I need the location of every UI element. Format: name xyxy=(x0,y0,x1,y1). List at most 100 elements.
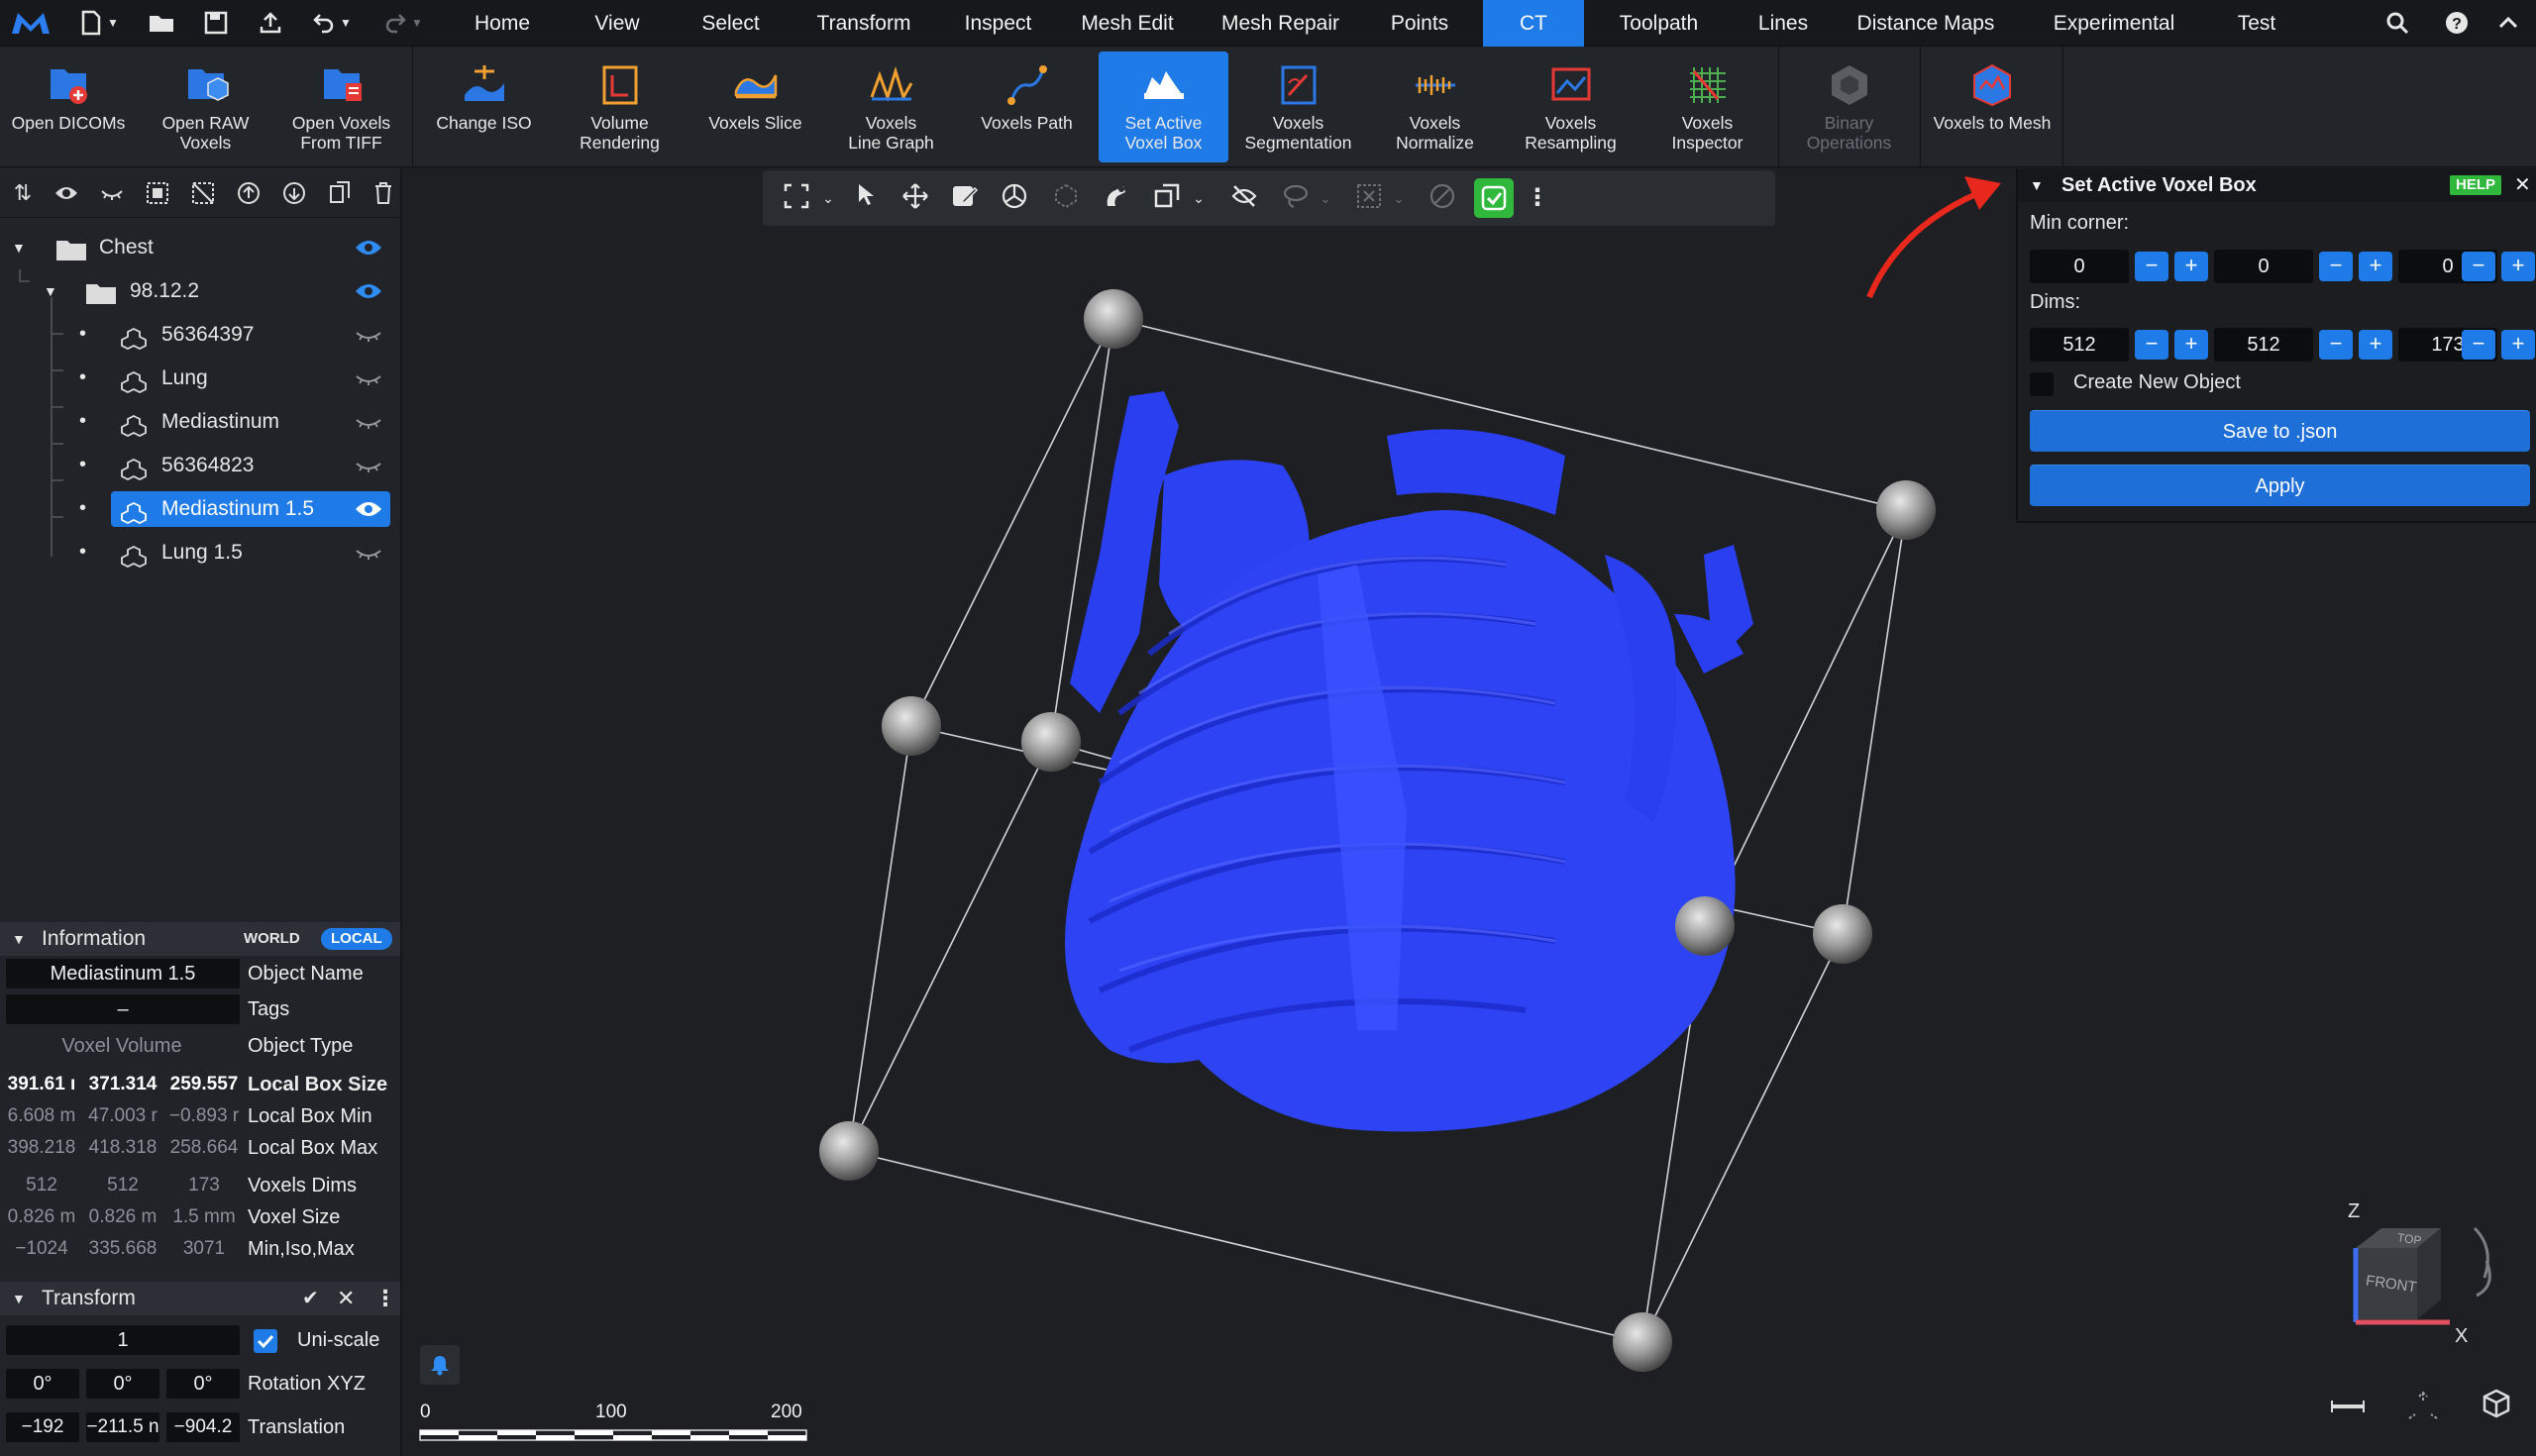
tab-distance-maps[interactable]: Distance Maps xyxy=(1843,0,2009,47)
voxels-normalize-button[interactable]: Voxels Normalize xyxy=(1367,52,1503,162)
dims-z-decrement[interactable]: − xyxy=(2462,330,2495,360)
chevron-down-icon[interactable]: ▼ xyxy=(44,271,57,311)
chevron-down-icon[interactable]: ▼ xyxy=(12,1282,26,1315)
dims-x-decrement[interactable]: − xyxy=(2135,330,2168,360)
edit-object-icon[interactable] xyxy=(949,182,981,214)
world-toggle[interactable]: WORLD xyxy=(238,928,306,950)
apply-check-icon[interactable]: ✔ xyxy=(302,1282,319,1315)
information-header[interactable]: ▼ Information WORLD LOCAL xyxy=(0,922,400,956)
min-corner-y-field[interactable]: 0 xyxy=(2214,250,2313,283)
rotate-3d-icon[interactable] xyxy=(1050,182,1082,214)
min-corner-x-decrement[interactable]: − xyxy=(2135,252,2168,281)
tab-experimental[interactable]: Experimental xyxy=(2041,0,2187,47)
chevron-down-icon[interactable]: ⌄ xyxy=(1310,182,1341,214)
min-corner-z-increment[interactable]: + xyxy=(2501,252,2535,281)
tab-toolpath[interactable]: Toolpath xyxy=(1607,0,1711,47)
uniscale-field[interactable]: 1 xyxy=(6,1325,240,1355)
set-active-voxel-box-button[interactable]: Set Active Voxel Box xyxy=(1099,52,1228,162)
select-all-icon[interactable] xyxy=(145,180,170,206)
tree-item-chest[interactable]: ▼ Chest xyxy=(0,228,396,267)
tab-ct[interactable]: CT xyxy=(1483,0,1584,47)
duplicate-transform-icon[interactable] xyxy=(1151,182,1183,214)
duplicate-icon[interactable] xyxy=(327,180,353,206)
min-corner-z-decrement[interactable]: − xyxy=(2462,252,2495,281)
min-corner-y-increment[interactable]: + xyxy=(2359,252,2392,281)
volume-rendering-button[interactable]: Volume Rendering xyxy=(552,52,687,162)
tab-view[interactable]: View xyxy=(578,0,657,47)
object-name-field[interactable]: Mediastinum 1.5 xyxy=(6,959,240,988)
chevron-down-icon[interactable]: ⌄ xyxy=(812,182,844,214)
tab-mesh-edit[interactable]: Mesh Edit xyxy=(1073,0,1182,47)
dims-y-decrement[interactable]: − xyxy=(2319,330,2353,360)
tree-item-object[interactable]: • Lung xyxy=(0,359,396,398)
tree-item-object[interactable]: • 56364397 xyxy=(0,315,396,355)
voxels-resampling-button[interactable]: Voxels Resampling xyxy=(1503,52,1638,162)
ortho-toggle-icon[interactable] xyxy=(2328,1393,2368,1420)
tags-field[interactable]: – xyxy=(6,994,240,1024)
dims-y-increment[interactable]: + xyxy=(2359,330,2392,360)
search-icon[interactable] xyxy=(2378,6,2417,40)
notification-bell-icon[interactable] xyxy=(420,1345,460,1385)
translation-y-field[interactable]: −211.5 n xyxy=(86,1412,159,1442)
chevron-down-icon[interactable]: ⌄ xyxy=(1183,182,1215,214)
tree-item-folder[interactable]: ▼ 98.12.2 xyxy=(0,271,396,311)
visible-eye-icon[interactable] xyxy=(355,283,382,299)
more-options-icon[interactable]: ⋮ xyxy=(1522,182,1553,214)
new-file-icon[interactable]: ▼ xyxy=(73,6,125,40)
undo-icon[interactable]: ▼ xyxy=(307,6,357,40)
tree-item-object[interactable]: • Lung 1.5 xyxy=(0,533,396,572)
voxels-to-mesh-button[interactable]: Voxels to Mesh xyxy=(1923,52,2061,162)
chevron-down-icon[interactable]: ▼ xyxy=(12,228,26,267)
hide-tool-icon[interactable] xyxy=(1228,182,1260,214)
dims-x-increment[interactable]: + xyxy=(2174,330,2208,360)
tab-points[interactable]: Points xyxy=(1380,0,1459,47)
hidden-eye-icon[interactable] xyxy=(355,416,382,432)
tab-transform[interactable]: Transform xyxy=(803,0,924,47)
tab-select[interactable]: Select xyxy=(688,0,773,47)
open-dicoms-button[interactable]: Open DICOMs xyxy=(0,52,137,162)
open-voxels-from-tiff-button[interactable]: Open Voxels From TIFF xyxy=(274,52,408,162)
voxels-line-graph-button[interactable]: Voxels Line Graph xyxy=(823,52,959,162)
binary-operations-button[interactable]: Binary Operations xyxy=(1781,52,1917,162)
lasso-icon[interactable] xyxy=(1280,182,1312,214)
rotation-z-field[interactable]: 0° xyxy=(166,1369,240,1399)
close-icon[interactable]: ✕ xyxy=(2514,168,2531,202)
tree-item-selected[interactable]: • Mediastinum 1.5 xyxy=(0,489,396,529)
view-mode-cube-icon[interactable] xyxy=(2479,1387,2514,1422)
snap-tool-icon[interactable] xyxy=(1100,182,1131,214)
voxels-inspector-button[interactable]: Voxels Inspector xyxy=(1639,52,1775,162)
chevron-down-icon[interactable]: ⌄ xyxy=(1383,182,1415,214)
select-pointer-icon[interactable] xyxy=(850,182,882,214)
voxels-segmentation-button[interactable]: Voxels Segmentation xyxy=(1230,52,1366,162)
rotation-x-field[interactable]: 0° xyxy=(6,1369,79,1399)
tab-inspect[interactable]: Inspect xyxy=(951,0,1045,47)
open-folder-icon[interactable] xyxy=(144,6,179,40)
tab-test[interactable]: Test xyxy=(2222,0,2291,47)
voxels-slice-button[interactable]: Voxels Slice xyxy=(687,52,823,162)
visible-eye-icon[interactable] xyxy=(355,501,382,517)
chevron-down-icon[interactable]: ▼ xyxy=(2030,168,2044,202)
more-options-icon[interactable]: ⋮ xyxy=(374,1282,396,1315)
save-icon[interactable] xyxy=(198,6,234,40)
move-down-icon[interactable] xyxy=(281,180,307,206)
change-iso-button[interactable]: Change ISO xyxy=(416,52,552,162)
open-raw-voxels-button[interactable]: Open RAW Voxels xyxy=(139,52,272,162)
fit-view-icon[interactable] xyxy=(2405,1389,2441,1424)
apply-button[interactable]: Apply xyxy=(2030,465,2530,506)
visible-eye-icon[interactable] xyxy=(355,240,382,256)
move-up-icon[interactable] xyxy=(236,180,262,206)
trash-icon[interactable] xyxy=(370,180,396,206)
tree-item-object[interactable]: • Mediastinum xyxy=(0,402,396,442)
dims-z-increment[interactable]: + xyxy=(2501,330,2535,360)
min-corner-x-increment[interactable]: + xyxy=(2174,252,2208,281)
min-corner-x-field[interactable]: 0 xyxy=(2030,250,2129,283)
deselect-icon[interactable] xyxy=(190,180,216,206)
voxels-path-button[interactable]: Voxels Path xyxy=(959,52,1095,162)
create-new-object-checkbox[interactable] xyxy=(2030,372,2054,396)
dims-y-field[interactable]: 512 xyxy=(2214,328,2313,362)
export-icon[interactable] xyxy=(253,6,288,40)
close-icon[interactable]: ✕ xyxy=(337,1282,355,1315)
min-corner-y-decrement[interactable]: − xyxy=(2319,252,2353,281)
tab-mesh-repair[interactable]: Mesh Repair xyxy=(1214,0,1347,47)
help-badge[interactable]: HELP xyxy=(2450,175,2502,195)
